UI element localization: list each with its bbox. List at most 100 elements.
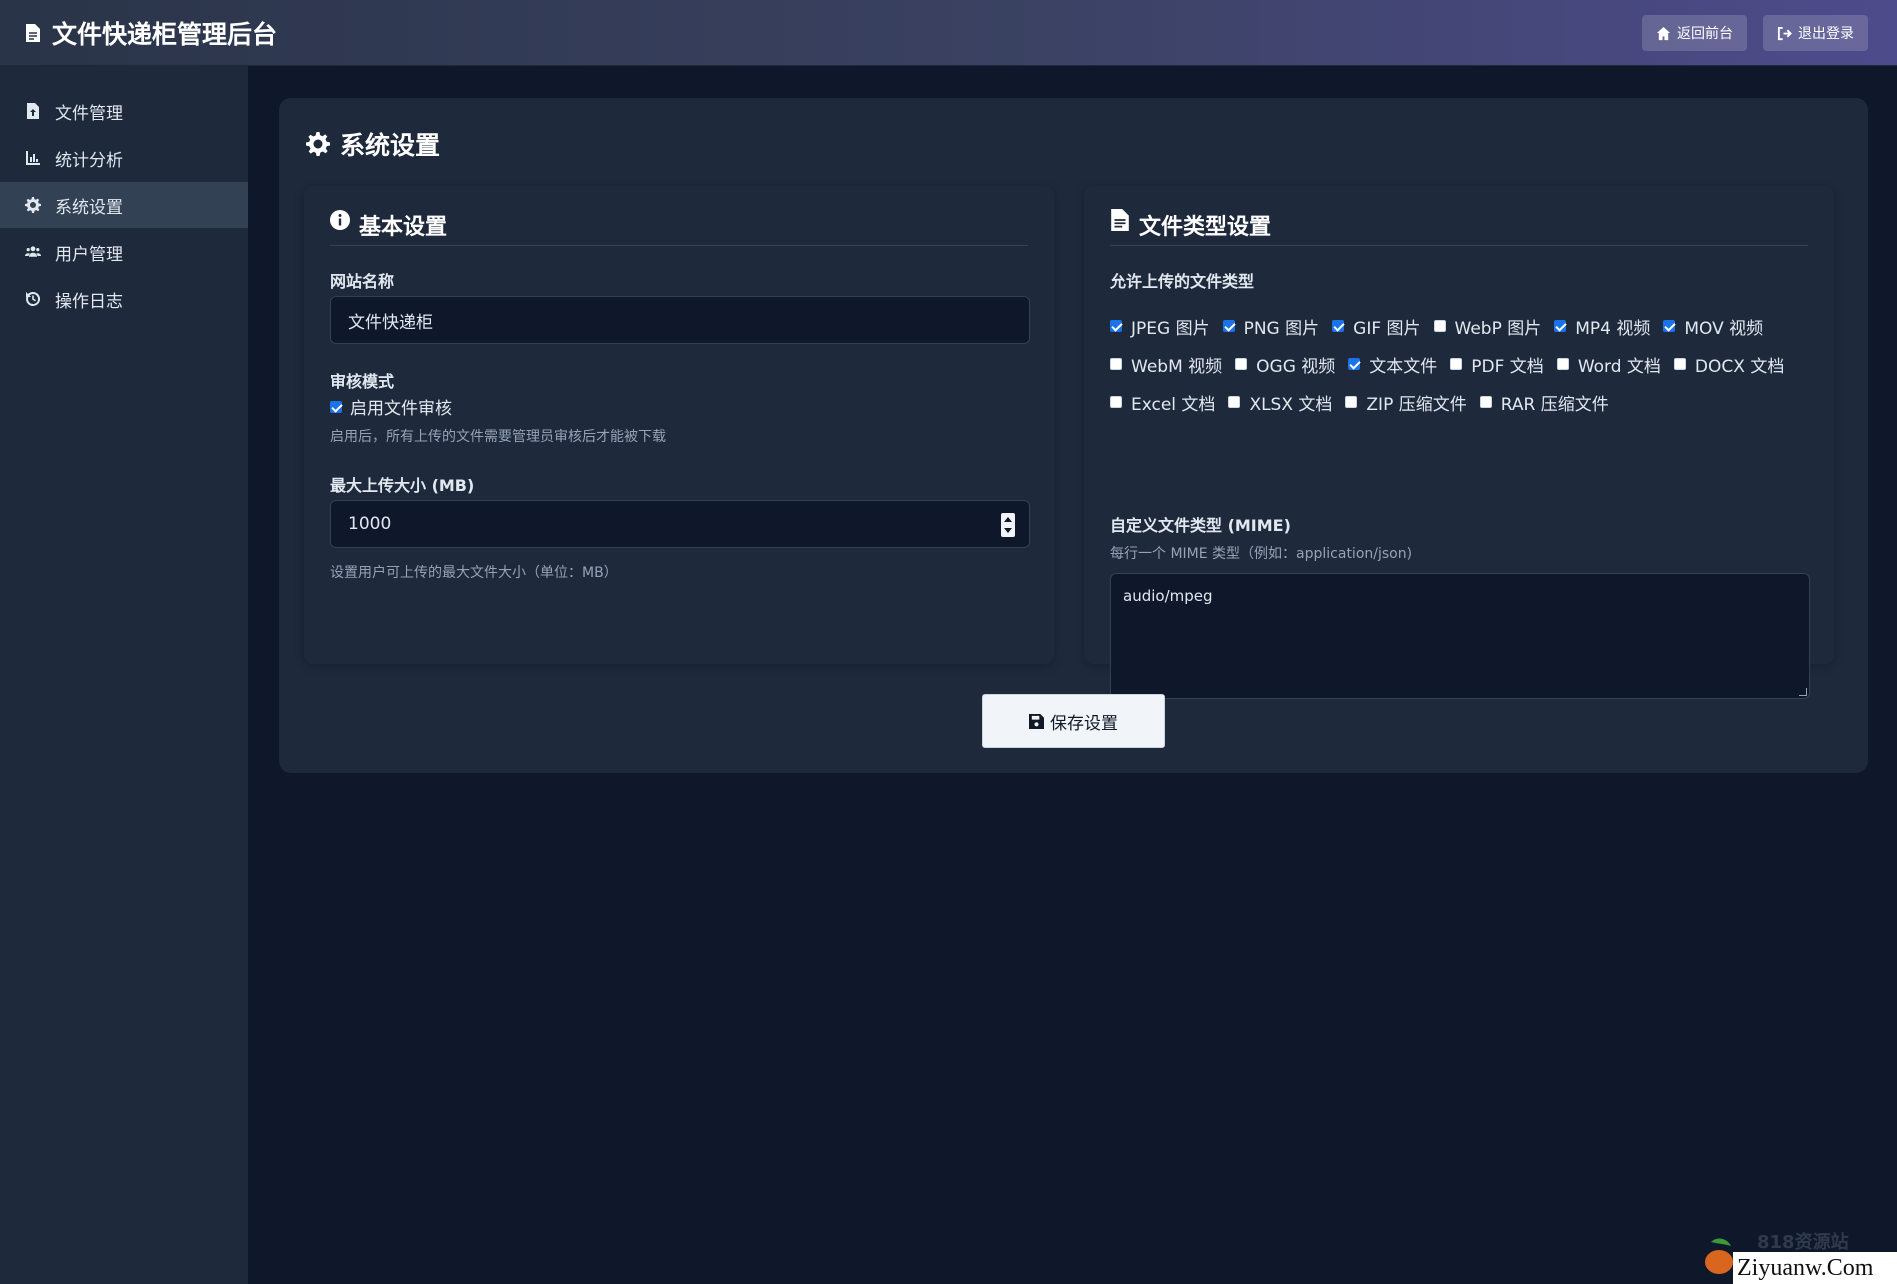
sidebar-item-logs[interactable]: 操作日志 bbox=[0, 276, 248, 322]
file-type-jpeg[interactable]: JPEG 图片 bbox=[1110, 314, 1210, 339]
checkbox[interactable] bbox=[1554, 320, 1567, 332]
file-type-rar[interactable]: RAR 压缩文件 bbox=[1479, 390, 1609, 415]
back-to-front-label: 返回前台 bbox=[1677, 26, 1733, 42]
chart-icon bbox=[26, 151, 40, 165]
checkbox[interactable] bbox=[1348, 358, 1361, 370]
file-type-mov[interactable]: MOV 视频 bbox=[1663, 314, 1763, 339]
file-type-png[interactable]: PNG 图片 bbox=[1222, 314, 1320, 339]
settings-panel: 系统设置 基本设置 网站名称 文件快递柜 审核模式 启用文件审核 启用后，所有上… bbox=[279, 98, 1868, 773]
checkbox[interactable] bbox=[1479, 396, 1492, 408]
history-icon bbox=[26, 291, 41, 306]
top-bar: 文件快递柜管理后台 返回前台 退出登录 bbox=[0, 0, 1897, 66]
file-type-label: ZIP 压缩文件 bbox=[1366, 394, 1467, 415]
sign-out-icon bbox=[1777, 26, 1792, 40]
file-type-zip[interactable]: ZIP 压缩文件 bbox=[1345, 390, 1467, 415]
file-type-pdf[interactable]: PDF 文档 bbox=[1450, 352, 1544, 377]
file-type-settings-title: 文件类型设置 bbox=[1139, 215, 1272, 240]
file-type-label: OGG 视频 bbox=[1256, 356, 1336, 377]
checkbox[interactable] bbox=[1228, 396, 1241, 408]
file-type-docx[interactable]: DOCX 文档 bbox=[1673, 352, 1784, 377]
checkbox[interactable] bbox=[1332, 320, 1345, 332]
max-size-hint: 设置用户可上传的最大文件大小（单位：MB） bbox=[330, 565, 618, 581]
file-type-list: JPEG 图片 PNG 图片 GIF 图片 WebP 图片 MP4 视频 MOV… bbox=[1110, 307, 1830, 421]
basic-settings-heading: 基本设置 bbox=[330, 209, 1028, 246]
custom-mime-hint: 每行一个 MIME 类型（例如：application/json) bbox=[1110, 546, 1413, 562]
checkbox[interactable] bbox=[1450, 358, 1463, 370]
users-icon bbox=[25, 246, 41, 257]
file-type-label: Excel 文档 bbox=[1131, 394, 1216, 415]
file-type-webm[interactable]: WebM 视频 bbox=[1110, 352, 1222, 377]
gear-icon bbox=[25, 197, 41, 213]
file-type-settings-heading: 文件类型设置 bbox=[1110, 209, 1808, 246]
checkbox[interactable] bbox=[1345, 396, 1358, 408]
checkbox[interactable] bbox=[1556, 358, 1569, 370]
file-type-text[interactable]: 文本文件 bbox=[1348, 352, 1437, 377]
sidebar-item-label: 统计分析 bbox=[55, 150, 123, 171]
save-icon bbox=[1029, 713, 1044, 729]
checkbox[interactable] bbox=[1222, 320, 1235, 332]
watermark-url-text: Ziyuanw.Com bbox=[1737, 1254, 1874, 1281]
sidebar-item-label: 文件管理 bbox=[55, 103, 123, 124]
checkbox[interactable] bbox=[1235, 358, 1248, 370]
sidebar: 文件管理 统计分析 系统设置 用户管理 操作日志 bbox=[0, 66, 248, 1284]
checkbox[interactable] bbox=[1663, 320, 1676, 332]
file-type-label: WebP 图片 bbox=[1454, 318, 1542, 339]
review-checkbox[interactable] bbox=[330, 400, 342, 413]
site-name-label: 网站名称 bbox=[330, 272, 395, 291]
file-type-label: PNG 图片 bbox=[1243, 318, 1320, 339]
checkbox[interactable] bbox=[1110, 396, 1122, 408]
custom-mime-value: audio/mpeg bbox=[1123, 587, 1213, 605]
sidebar-item-files[interactable]: 文件管理 bbox=[0, 88, 248, 134]
file-type-xlsx[interactable]: XLSX 文档 bbox=[1228, 390, 1332, 415]
file-type-label: Word 文档 bbox=[1577, 356, 1661, 377]
file-type-label: MOV 视频 bbox=[1684, 318, 1764, 339]
file-type-row: JPEG 图片 PNG 图片 GIF 图片 WebP 图片 MP4 视频 MOV… bbox=[1110, 307, 1830, 345]
file-type-excel[interactable]: Excel 文档 bbox=[1110, 390, 1215, 415]
review-toggle[interactable]: 启用文件审核 bbox=[330, 394, 452, 419]
file-type-label: RAR 压缩文件 bbox=[1500, 394, 1609, 415]
file-type-row: WebM 视频 OGG 视频 文本文件 PDF 文档 Word 文档 DOCX … bbox=[1110, 345, 1830, 383]
file-icon bbox=[26, 23, 40, 42]
gear-icon bbox=[306, 132, 330, 156]
file-upload-icon bbox=[27, 103, 39, 119]
file-type-label: 文本文件 bbox=[1369, 356, 1438, 377]
checkbox[interactable] bbox=[1673, 358, 1686, 370]
sidebar-item-label: 操作日志 bbox=[55, 291, 123, 312]
number-stepper[interactable] bbox=[1001, 513, 1015, 537]
max-size-value: 1000 bbox=[348, 514, 392, 534]
watermark: 818资源站 Ziyuanw.Com bbox=[1697, 1224, 1897, 1284]
site-name-input[interactable]: 文件快递柜 bbox=[330, 296, 1030, 344]
save-settings-button[interactable]: 保存设置 bbox=[982, 694, 1165, 748]
review-mode-label: 审核模式 bbox=[330, 372, 395, 391]
file-type-gif[interactable]: GIF 图片 bbox=[1332, 314, 1421, 339]
sidebar-item-settings[interactable]: 系统设置 bbox=[0, 182, 248, 228]
back-to-front-button[interactable]: 返回前台 bbox=[1642, 15, 1747, 51]
file-type-label: MP4 视频 bbox=[1575, 318, 1651, 339]
sidebar-item-label: 系统设置 bbox=[55, 197, 123, 218]
file-type-label: JPEG 图片 bbox=[1131, 318, 1210, 339]
file-type-word[interactable]: Word 文档 bbox=[1556, 352, 1661, 377]
custom-mime-textarea[interactable]: audio/mpeg bbox=[1110, 573, 1810, 699]
review-checkbox-label: 启用文件审核 bbox=[350, 399, 452, 419]
file-type-ogg[interactable]: OGG 视频 bbox=[1235, 352, 1335, 377]
sidebar-item-label: 用户管理 bbox=[55, 244, 123, 265]
custom-mime-label: 自定义文件类型 (MIME) bbox=[1110, 516, 1291, 535]
save-settings-label: 保存设置 bbox=[1050, 713, 1118, 734]
site-name-value: 文件快递柜 bbox=[348, 312, 433, 333]
app-title: 文件快递柜管理后台 bbox=[52, 19, 278, 49]
sidebar-item-users[interactable]: 用户管理 bbox=[0, 229, 248, 275]
logout-label: 退出登录 bbox=[1798, 26, 1854, 42]
file-type-webp[interactable]: WebP 图片 bbox=[1433, 314, 1542, 339]
file-type-mp4[interactable]: MP4 视频 bbox=[1554, 314, 1650, 339]
resize-handle[interactable] bbox=[1799, 688, 1807, 696]
max-size-input[interactable]: 1000 bbox=[330, 500, 1030, 548]
file-text-icon bbox=[1111, 209, 1129, 231]
checkbox[interactable] bbox=[1433, 320, 1446, 332]
logout-button[interactable]: 退出登录 bbox=[1763, 15, 1868, 51]
checkbox[interactable] bbox=[1110, 320, 1122, 332]
sidebar-item-stats[interactable]: 统计分析 bbox=[0, 135, 248, 181]
review-hint: 启用后，所有上传的文件需要管理员审核后才能被下载 bbox=[330, 429, 666, 445]
info-icon bbox=[330, 210, 350, 230]
page-title: 系统设置 bbox=[306, 126, 440, 162]
checkbox[interactable] bbox=[1110, 358, 1122, 370]
